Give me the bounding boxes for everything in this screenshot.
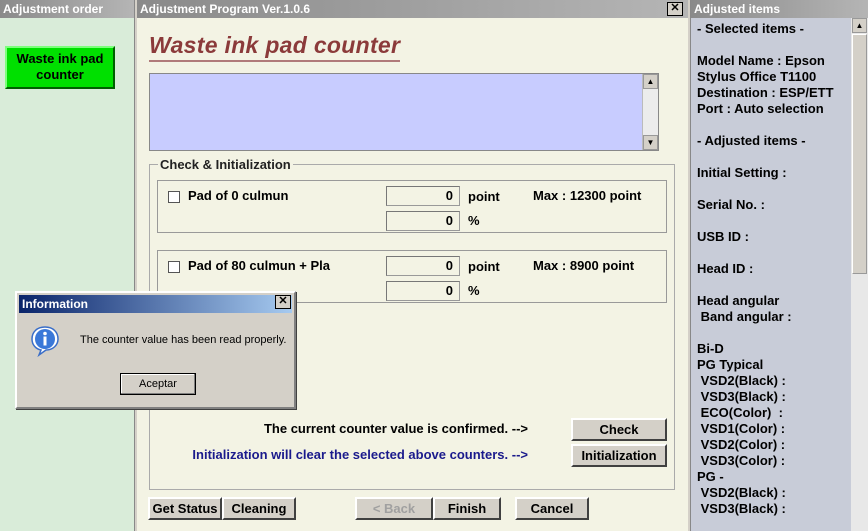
pad-0-percent-unit: % [468, 213, 480, 228]
adjusted-item-line [697, 149, 851, 165]
pad-row-0-culmun: Pad of 0 culmun 0 point Max : 12300 poin… [157, 180, 667, 233]
window-title: Adjustment Program Ver.1.0.6 [137, 0, 688, 18]
dialog-close-button[interactable]: ✕ [275, 295, 291, 309]
pad-0-percent-field: 0 [386, 211, 460, 231]
pad-80-point-unit: point [468, 259, 500, 274]
dialog-ok-button[interactable]: Aceptar [120, 373, 196, 395]
pad-0-checkbox[interactable] [168, 191, 180, 203]
scroll-up-icon[interactable]: ▲ [852, 18, 867, 33]
dialog-title: Information [19, 295, 292, 313]
adjusted-item-line: - Selected items - [697, 21, 804, 36]
adjusted-item-line [697, 181, 851, 197]
adjusted-item-line: VSD3(Black) : [697, 389, 786, 404]
adjusted-items-scrollbar[interactable]: ▲ [851, 18, 868, 531]
init-text: Initialization will clear the selected a… [192, 447, 528, 462]
initialization-button[interactable]: Initialization [571, 444, 667, 467]
cleaning-button[interactable]: Cleaning [222, 497, 296, 520]
adjustment-program-window: Adjustment Program Ver.1.0.6 ✕ Waste ink… [137, 0, 688, 531]
center-body: Waste ink pad counter ▲ ▼ Check & Initia… [137, 18, 688, 531]
pad-0-max-label: Max : 12300 point [533, 188, 642, 203]
adjusted-item-line [697, 245, 851, 261]
adjusted-item-line: Band angular : [697, 309, 792, 324]
adjusted-item-line: VSD3(Color) : [697, 453, 786, 468]
adjusted-item-line: Head angular [697, 293, 780, 308]
pad-80-label: Pad of 80 culmun + Pla [188, 258, 330, 273]
get-status-button[interactable]: Get Status [148, 497, 222, 520]
adjusted-items-panel: Adjusted items - Selected items - Model N… [690, 0, 868, 531]
group-title: Check & Initialization [158, 157, 293, 172]
adjusted-item-line: USB ID : [697, 229, 749, 244]
back-button[interactable]: < Back [355, 497, 433, 520]
pad-0-label: Pad of 0 culmun [188, 188, 289, 203]
adjusted-item-line: Port : Auto selection [697, 101, 824, 116]
adjusted-item-line: Destination : ESP/ETT [697, 85, 834, 100]
pad-0-point-field: 0 [386, 186, 460, 206]
pad-80-percent-unit: % [468, 283, 480, 298]
adjusted-item-line [697, 325, 851, 341]
confirm-text: The current counter value is confirmed. … [263, 421, 528, 436]
adjusted-item-line: - Adjusted items - [697, 133, 806, 148]
dialog-message: The counter value has been read properly… [80, 334, 287, 346]
finish-button[interactable]: Finish [433, 497, 501, 520]
page-title: Waste ink pad counter [149, 32, 401, 62]
adjusted-item-line [697, 213, 851, 229]
adjustment-order-panel: Adjustment order Waste ink pad counter [0, 0, 135, 531]
pad-80-max-label: Max : 8900 point [533, 258, 635, 273]
cancel-button[interactable]: Cancel [515, 497, 589, 520]
adjusted-items-title: Adjusted items [691, 0, 868, 18]
adjusted-item-line: VSD2(Color) : [697, 437, 786, 452]
adjusted-item-line: Serial No. : [697, 197, 765, 212]
adjusted-item-line: ECO(Color) : [697, 405, 783, 420]
adjusted-item-line: Model Name : Epson [697, 53, 825, 68]
adjusted-items-list: - Selected items - Model Name : Epson Styl… [691, 18, 851, 531]
log-textarea[interactable]: ▲ ▼ [149, 73, 659, 151]
adjusted-item-line: PG - [697, 469, 724, 484]
adjusted-item-line: VSD1(Color) : [697, 421, 786, 436]
adjusted-item-line: VSD3(Black) : [697, 501, 786, 516]
adjustment-order-title: Adjustment order [0, 0, 134, 18]
information-dialog: Information ✕ The counter value has been… [15, 291, 296, 409]
scroll-down-icon[interactable]: ▼ [643, 135, 658, 150]
adjusted-item-line: VSD2(Black) : [697, 485, 786, 500]
scroll-up-icon[interactable]: ▲ [643, 74, 658, 89]
adjusted-item-line: Stylus Office T1100 [697, 69, 817, 84]
adjusted-item-line: Initial Setting : [697, 165, 787, 180]
adjusted-item-line [697, 277, 851, 293]
waste-ink-pad-counter-button[interactable]: Waste ink pad counter [5, 46, 115, 89]
pad-80-checkbox[interactable] [168, 261, 180, 273]
pad-80-percent-field: 0 [386, 281, 460, 301]
pad-80-point-field: 0 [386, 256, 460, 276]
window-close-button[interactable]: ✕ [667, 2, 683, 16]
adjusted-item-line: VSD2(Black) : [697, 373, 786, 388]
adjusted-item-line: PG Typical [697, 357, 764, 372]
check-button[interactable]: Check [571, 418, 667, 441]
pad-0-point-unit: point [468, 189, 500, 204]
adjusted-item-line [697, 117, 851, 133]
waste-ink-pad-counter-label: Waste ink pad counter [16, 51, 104, 82]
adjusted-item-line: Head ID : [697, 261, 754, 276]
info-icon [31, 326, 59, 357]
adjusted-item-line [697, 37, 851, 53]
log-scrollbar[interactable]: ▲ ▼ [642, 74, 658, 150]
adjustment-order-list: Waste ink pad counter [0, 18, 134, 531]
scrollbar-thumb[interactable] [852, 34, 867, 274]
adjusted-item-line: Bi-D [697, 341, 724, 356]
